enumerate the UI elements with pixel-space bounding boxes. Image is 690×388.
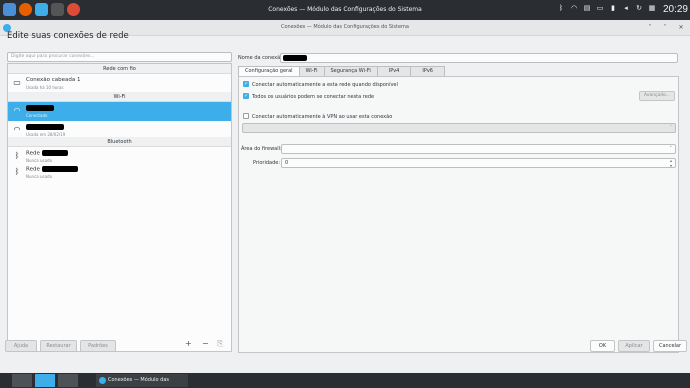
network-icon[interactable]: ◠ (570, 4, 578, 12)
firewall-label: Área do firewall: (241, 146, 282, 152)
export-connection-button[interactable]: ⎘ (217, 339, 223, 349)
top-panel: Conexões — Módulo das Configurações do S… (0, 0, 690, 20)
priority-spinbox[interactable]: 0 ▴ ▾ (281, 158, 676, 168)
list-item-wired-connection[interactable]: ▭ Conexão cabeada 1 Usada há 10 horas (8, 74, 231, 93)
bluetooth-icon[interactable]: ᛒ (557, 4, 565, 12)
redacted-text (26, 124, 64, 130)
bluetooth-icon: ᛒ (14, 151, 20, 160)
search-input[interactable]: Digite aqui para procurar conexões... (7, 52, 232, 62)
spin-arrows-icon[interactable]: ▴ ▾ (670, 158, 672, 168)
ok-button[interactable]: OK (590, 340, 615, 352)
tab-bar: Configuração geral Wi-Fi Segurança Wi-Fi… (238, 66, 445, 76)
system-tray: ᛒ ◠ ▤ ▭ ▮ ◂ ↻ ▦ (557, 4, 656, 12)
connection-name: Rede (26, 150, 68, 157)
battery-icon[interactable]: ▮ (609, 4, 617, 12)
tab-wifi[interactable]: Wi-Fi (298, 66, 325, 76)
redacted-text (26, 105, 54, 111)
wifi-icon: ◠ (13, 125, 21, 134)
bluetooth-icon: ᛒ (14, 167, 20, 176)
connection-name-label: Nome da conexão: (238, 55, 285, 61)
maximize-icon[interactable]: ˄ (661, 24, 669, 32)
priority-label: Prioridade: (253, 160, 281, 166)
chevron-down-icon: ˅ (669, 146, 673, 152)
all-users-label: Todos os usuários podem se conectar nest… (252, 94, 375, 100)
connection-name-field[interactable] (280, 53, 678, 63)
tab-ipv6[interactable]: IPv6 (410, 66, 445, 76)
connection-list: Rede com fio ▭ Conexão cabeada 1 Usada h… (7, 63, 232, 352)
taskbar-app-label: Conexões — Módulo das Configur... (108, 377, 170, 383)
list-item-wifi-connection[interactable]: ◠ Conectado (8, 102, 231, 121)
all-users-checkbox[interactable]: ✓ (243, 93, 249, 99)
auto-connect-label: Conectar automaticamente a esta rede qua… (252, 82, 398, 88)
redacted-text (41, 166, 78, 172)
vpn-select[interactable]: ˅ (242, 123, 676, 133)
taskbar: Conexões — Módulo das Configur... (0, 373, 690, 388)
vpn-checkbox[interactable] (243, 113, 249, 119)
connection-name: Rede (26, 166, 78, 173)
auto-connect-checkbox[interactable]: ✓ (243, 81, 249, 87)
desktop-pager-3[interactable] (58, 374, 78, 387)
tab-panel-general: ✓ Conectar automaticamente a esta rede q… (238, 76, 679, 353)
connection-name (26, 105, 54, 112)
volume-icon[interactable]: ◂ (622, 4, 630, 12)
close-icon[interactable]: ✕ (677, 24, 685, 32)
connection-editor: Nome da conexão: Configuração geral Wi-F… (238, 53, 679, 353)
chevron-down-icon: ˅ (669, 125, 673, 131)
section-header-wired: Rede com fio (8, 64, 231, 74)
page-title: Edite suas conexões de rede (7, 31, 129, 41)
redacted-text (41, 150, 68, 156)
updates-icon[interactable]: ↻ (635, 4, 643, 12)
taskbar-app-entry[interactable]: Conexões — Módulo das Configur... (96, 374, 188, 387)
advanced-button[interactable]: Avançado... (639, 91, 675, 101)
remove-connection-button[interactable]: − (202, 339, 209, 348)
vpn-label: Conectar automaticamente à VPN ao usar e… (252, 114, 393, 120)
clock[interactable]: 20:29 (663, 4, 688, 15)
wifi-icon: ◠ (13, 106, 21, 115)
settings-app-icon (99, 377, 106, 384)
redacted-text (283, 55, 307, 61)
section-header-wifi: Wi-Fi (8, 92, 231, 102)
minimize-icon[interactable]: ˅ (646, 24, 654, 32)
clipboard-icon[interactable]: ▤ (583, 4, 591, 12)
tab-wifi-security[interactable]: Segurança Wi-Fi (323, 66, 378, 76)
tab-ipv4[interactable]: IPv4 (376, 66, 412, 76)
desktop-pager-2[interactable] (35, 374, 55, 387)
apply-button[interactable]: Aplicar (618, 340, 650, 352)
add-connection-button[interactable]: + (185, 339, 192, 348)
connection-status: Usada há 10 horas (26, 85, 64, 90)
reset-button[interactable]: Restaurar (40, 340, 77, 352)
ethernet-icon: ▭ (13, 78, 21, 87)
priority-value: 0 (285, 160, 289, 166)
window-title: Conexões — Módulo das Configurações do S… (281, 24, 409, 30)
monitor-icon[interactable]: ▭ (596, 4, 604, 12)
defaults-button[interactable]: Padrões (80, 340, 116, 352)
connection-name (26, 124, 64, 131)
connection-name: Conexão cabeada 1 (26, 77, 81, 83)
section-header-bluetooth: Bluetooth (8, 137, 231, 147)
cancel-button[interactable]: Cancelar (653, 340, 687, 352)
connection-status: Conectado (26, 113, 48, 118)
help-button[interactable]: Ajuda (5, 340, 37, 352)
tab-general[interactable]: Configuração geral (238, 66, 300, 76)
keyboard-icon[interactable]: ▦ (648, 4, 656, 12)
firewall-select[interactable]: ˅ (281, 144, 676, 154)
connection-status: Nunca usado (26, 174, 53, 179)
list-item-bluetooth-connection[interactable]: ᛒ Rede Nunca usado (8, 163, 231, 182)
desktop-pager-1[interactable] (12, 374, 32, 387)
